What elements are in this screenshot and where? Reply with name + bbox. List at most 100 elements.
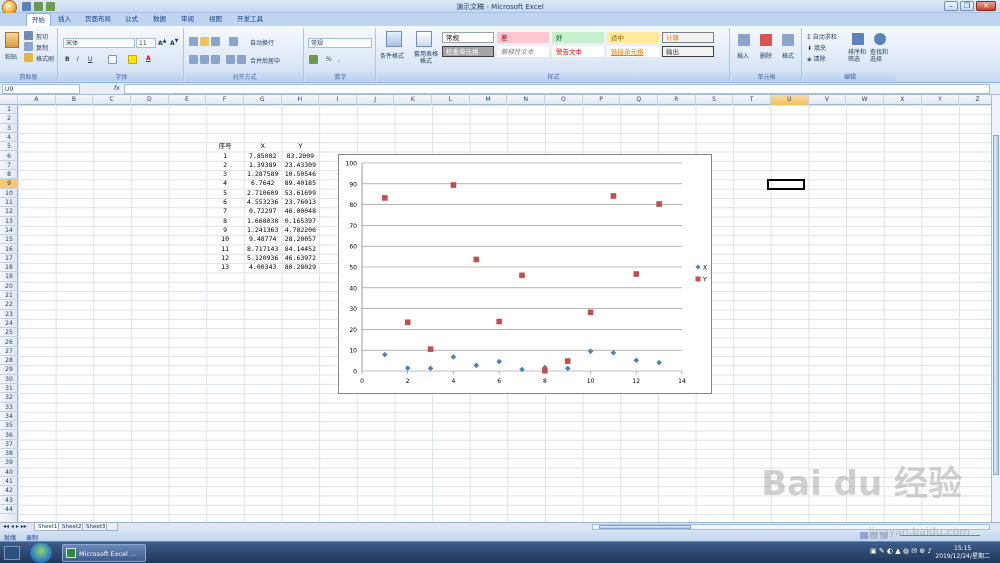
table-cell[interactable]: 89.40185 (282, 179, 320, 188)
font-color-button[interactable]: A (146, 55, 151, 62)
wrap-text-button[interactable]: 自动换行 (250, 38, 274, 47)
tab-developer[interactable]: 开发工具 (232, 13, 268, 26)
table-cell[interactable]: 46.00048 (282, 207, 320, 216)
table-cell[interactable]: 7 (206, 207, 244, 216)
percent-button[interactable]: % (326, 56, 332, 63)
border-icon[interactable] (108, 55, 117, 64)
style-good[interactable]: 好 (552, 32, 604, 43)
column-header-a[interactable]: A (18, 95, 56, 105)
table-cell[interactable]: 80.28029 (282, 263, 320, 272)
row-header-15[interactable]: 15 (0, 235, 18, 245)
row-header-32[interactable]: 32 (0, 393, 18, 403)
column-header-m[interactable]: M (470, 95, 508, 105)
row-header-22[interactable]: 22 (0, 300, 18, 310)
copy-button[interactable]: 复制 (36, 43, 48, 52)
conditional-format-icon[interactable] (386, 31, 402, 47)
row-header-4[interactable]: 4 (0, 133, 18, 143)
italic-button[interactable]: I (77, 56, 79, 63)
orientation-icon[interactable] (229, 37, 238, 46)
vertical-scrollbar[interactable] (991, 95, 1000, 522)
row-header-28[interactable]: 28 (0, 356, 18, 366)
row-header-12[interactable]: 12 (0, 207, 18, 217)
delete-cells-button[interactable]: 删除 (760, 51, 772, 60)
row-header-18[interactable]: 18 (0, 263, 18, 273)
close-button[interactable]: ✕ (976, 1, 996, 11)
column-header-t[interactable]: T (733, 95, 771, 105)
style-neutral[interactable]: 适中 (607, 32, 659, 43)
style-check-cell[interactable]: 检查单元格 (442, 46, 494, 57)
currency-icon[interactable] (309, 55, 318, 64)
align-bottom-icon[interactable] (211, 37, 220, 46)
column-header-r[interactable]: R (658, 95, 696, 105)
column-header-v[interactable]: V (809, 95, 847, 105)
format-painter-button[interactable]: 格式刷 (36, 54, 54, 63)
clear-button[interactable]: ◈ 清除 (807, 54, 826, 63)
table-cell[interactable]: 4.00343 (244, 263, 282, 272)
fill-button[interactable]: ⬇ 填充 (807, 43, 826, 52)
merge-center-button[interactable]: 合并后居中 (250, 56, 280, 65)
paste-button[interactable]: 粘贴 (5, 52, 17, 61)
conditional-format-button[interactable]: 条件格式 (380, 51, 404, 60)
paste-icon[interactable] (5, 32, 19, 48)
row-header-9[interactable]: 9 (0, 179, 18, 189)
row-header-33[interactable]: 33 (0, 403, 18, 412)
style-output[interactable]: 输出 (662, 46, 714, 57)
minimize-button[interactable]: – (944, 1, 958, 11)
align-top-icon[interactable] (189, 37, 198, 46)
column-header-e[interactable]: E (169, 95, 207, 105)
column-header-l[interactable]: L (432, 95, 470, 105)
tab-view[interactable]: 视图 (204, 13, 227, 26)
table-cell[interactable]: 46.63972 (282, 254, 320, 263)
number-format-select[interactable]: 常规 (308, 38, 372, 48)
tab-insert[interactable]: 插入 (53, 13, 76, 26)
table-cell[interactable]: 28.20057 (282, 235, 320, 244)
find-select-button[interactable]: 查找和选择 (870, 49, 892, 63)
table-cell[interactable]: 83.2009 (282, 152, 320, 161)
table-cell[interactable]: 8 (206, 217, 244, 226)
column-header-c[interactable]: C (93, 95, 131, 105)
delete-cells-icon[interactable] (760, 34, 772, 46)
table-cell[interactable]: 0.165397 (282, 217, 320, 226)
grow-font-button[interactable]: A▲ (158, 38, 167, 47)
table-cell[interactable]: 13 (206, 263, 244, 272)
row-header-7[interactable]: 7 (0, 161, 18, 171)
table-cell[interactable]: 7.85002 (244, 152, 282, 161)
table-cell[interactable]: 6 (206, 198, 244, 207)
row-header-35[interactable]: 35 (0, 421, 18, 431)
column-header-h[interactable]: H (282, 95, 320, 105)
column-header-s[interactable]: S (696, 95, 734, 105)
insert-sheet-icon[interactable] (106, 523, 118, 531)
row-header-26[interactable]: 26 (0, 338, 18, 347)
tab-review[interactable]: 审阅 (176, 13, 199, 26)
style-calculation[interactable]: 计算 (662, 32, 714, 43)
decrease-indent-icon[interactable] (226, 55, 235, 64)
column-header-k[interactable]: K (395, 95, 433, 105)
tab-data[interactable]: 数据 (148, 13, 171, 26)
tab-formulas[interactable]: 公式 (120, 13, 143, 26)
row-header-2[interactable]: 2 (0, 114, 18, 124)
tab-page-layout[interactable]: 页面布局 (80, 13, 116, 26)
font-name-select[interactable]: 宋体 (63, 38, 135, 48)
column-header-p[interactable]: P (583, 95, 621, 105)
row-header-8[interactable]: 8 (0, 170, 18, 180)
row-header-13[interactable]: 13 (0, 217, 18, 226)
table-cell[interactable]: 23.76013 (282, 198, 320, 207)
row-header-40[interactable]: 40 (0, 468, 18, 477)
row-header-44[interactable]: 44 (0, 505, 18, 515)
column-header-w[interactable]: W (846, 95, 884, 105)
sheet-nav-arrows[interactable]: ◂◂ ◂ ▸ ▸▸ (3, 523, 27, 530)
row-header-20[interactable]: 20 (0, 282, 18, 291)
style-bad[interactable]: 差 (497, 32, 549, 43)
bold-button[interactable]: B (65, 56, 70, 63)
align-center-icon[interactable] (200, 55, 209, 64)
row-header-14[interactable]: 14 (0, 226, 18, 236)
row-header-24[interactable]: 24 (0, 319, 18, 329)
row-header-10[interactable]: 10 (0, 189, 18, 198)
shrink-font-button[interactable]: A▼ (170, 38, 179, 47)
table-cell[interactable]: 12 (206, 254, 244, 263)
table-cell[interactable]: 5 (206, 189, 244, 198)
name-box[interactable]: U9 (2, 84, 80, 94)
row-header-1[interactable]: 1 (0, 105, 18, 115)
fill-color-icon[interactable] (128, 55, 137, 64)
table-cell[interactable]: 11 (206, 245, 244, 254)
